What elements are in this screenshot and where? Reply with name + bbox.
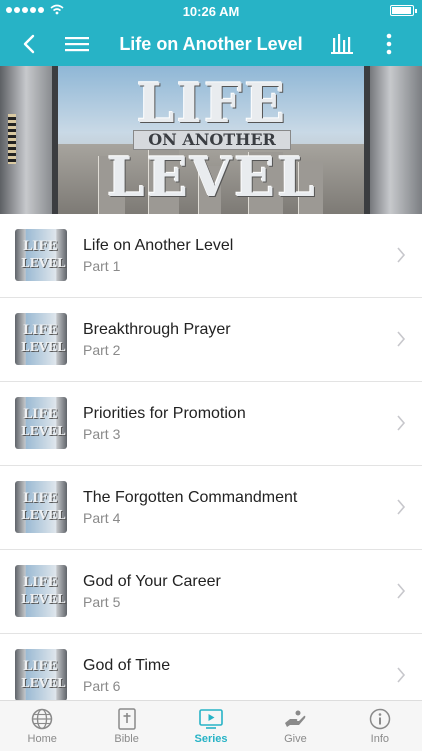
episode-title: Breakthrough Prayer	[83, 321, 231, 338]
series-banner: LIFE ON ANOTHER LEVEL	[0, 66, 422, 214]
tab-label: Bible	[114, 733, 139, 745]
series-logo: LIFE ON ANOTHER LEVEL	[82, 76, 342, 204]
tab-bible[interactable]: Bible	[84, 701, 168, 751]
chevron-right-icon	[397, 331, 406, 347]
tab-give[interactable]: Give	[253, 701, 337, 751]
list-item[interactable]: LIFE LEVEL God of Your Career Part 5	[0, 550, 422, 634]
list-item[interactable]: LIFE LEVEL Life on Another Level Part 1	[0, 214, 422, 298]
episode-part: Part 5	[83, 594, 121, 610]
tab-series[interactable]: Series	[169, 701, 253, 751]
episode-thumbnail: LIFE LEVEL	[15, 649, 67, 701]
episode-part: Part 3	[83, 426, 121, 442]
tab-info[interactable]: Info	[338, 701, 422, 751]
list-item[interactable]: LIFE LEVEL Breakthrough Prayer Part 2	[0, 298, 422, 382]
audio-button[interactable]	[328, 30, 358, 58]
episode-part: Part 6	[83, 678, 121, 694]
episode-thumbnail: LIFE LEVEL	[15, 313, 67, 365]
logo-line-life: LIFE	[136, 71, 288, 135]
episode-list: LIFE LEVEL Life on Another Level Part 1 L…	[0, 214, 422, 718]
episode-thumbnail: LIFE LEVEL	[15, 565, 67, 617]
episode-title: Life on Another Level	[83, 237, 234, 254]
episode-part: Part 4	[83, 510, 121, 526]
chevron-right-icon	[397, 415, 406, 431]
more-vertical-icon	[386, 33, 392, 55]
episode-title: The Forgotten Commandment	[83, 489, 298, 506]
tab-label: Series	[194, 733, 228, 745]
episode-title: God of Your Career	[83, 573, 221, 590]
globe-icon	[31, 708, 53, 730]
chevron-right-icon	[397, 583, 406, 599]
episode-thumbnail: LIFE LEVEL	[15, 481, 67, 533]
list-item[interactable]: LIFE LEVEL Priorities for Promotion Part …	[0, 382, 422, 466]
tab-bar: Home Bible Series Give Info	[0, 700, 422, 751]
episode-thumbnail: LIFE LEVEL	[15, 229, 67, 281]
episode-title: God of Time	[83, 657, 171, 674]
chevron-right-icon	[397, 247, 406, 263]
logo-line-level: LEVEL	[106, 145, 318, 209]
tab-label: Home	[27, 733, 57, 745]
episode-part: Part 2	[83, 342, 121, 358]
audio-bars-icon	[331, 34, 353, 54]
info-icon	[369, 708, 391, 730]
elevator-keypad	[8, 114, 16, 164]
battery-icon	[390, 5, 417, 16]
tab-label: Info	[370, 733, 389, 745]
list-item[interactable]: LIFE LEVEL The Forgotten Commandment Part…	[0, 466, 422, 550]
tab-label: Give	[284, 733, 307, 745]
status-bar: 10:26 AM	[0, 0, 422, 22]
tab-home[interactable]: Home	[0, 701, 84, 751]
episode-title: Priorities for Promotion	[83, 405, 246, 422]
play-tv-icon	[199, 709, 223, 729]
page-title: Life on Another Level	[119, 34, 303, 54]
episode-thumbnail: LIFE LEVEL	[15, 397, 67, 449]
elevator-door-right	[364, 66, 422, 214]
status-time: 10:26 AM	[182, 4, 240, 19]
give-hand-icon	[285, 710, 306, 727]
chevron-right-icon	[397, 667, 406, 683]
episode-part: Part 1	[83, 258, 121, 274]
bible-icon	[117, 708, 136, 730]
more-button[interactable]	[374, 30, 404, 58]
chevron-right-icon	[397, 499, 406, 515]
nav-bar: Life on Another Level	[0, 22, 422, 66]
